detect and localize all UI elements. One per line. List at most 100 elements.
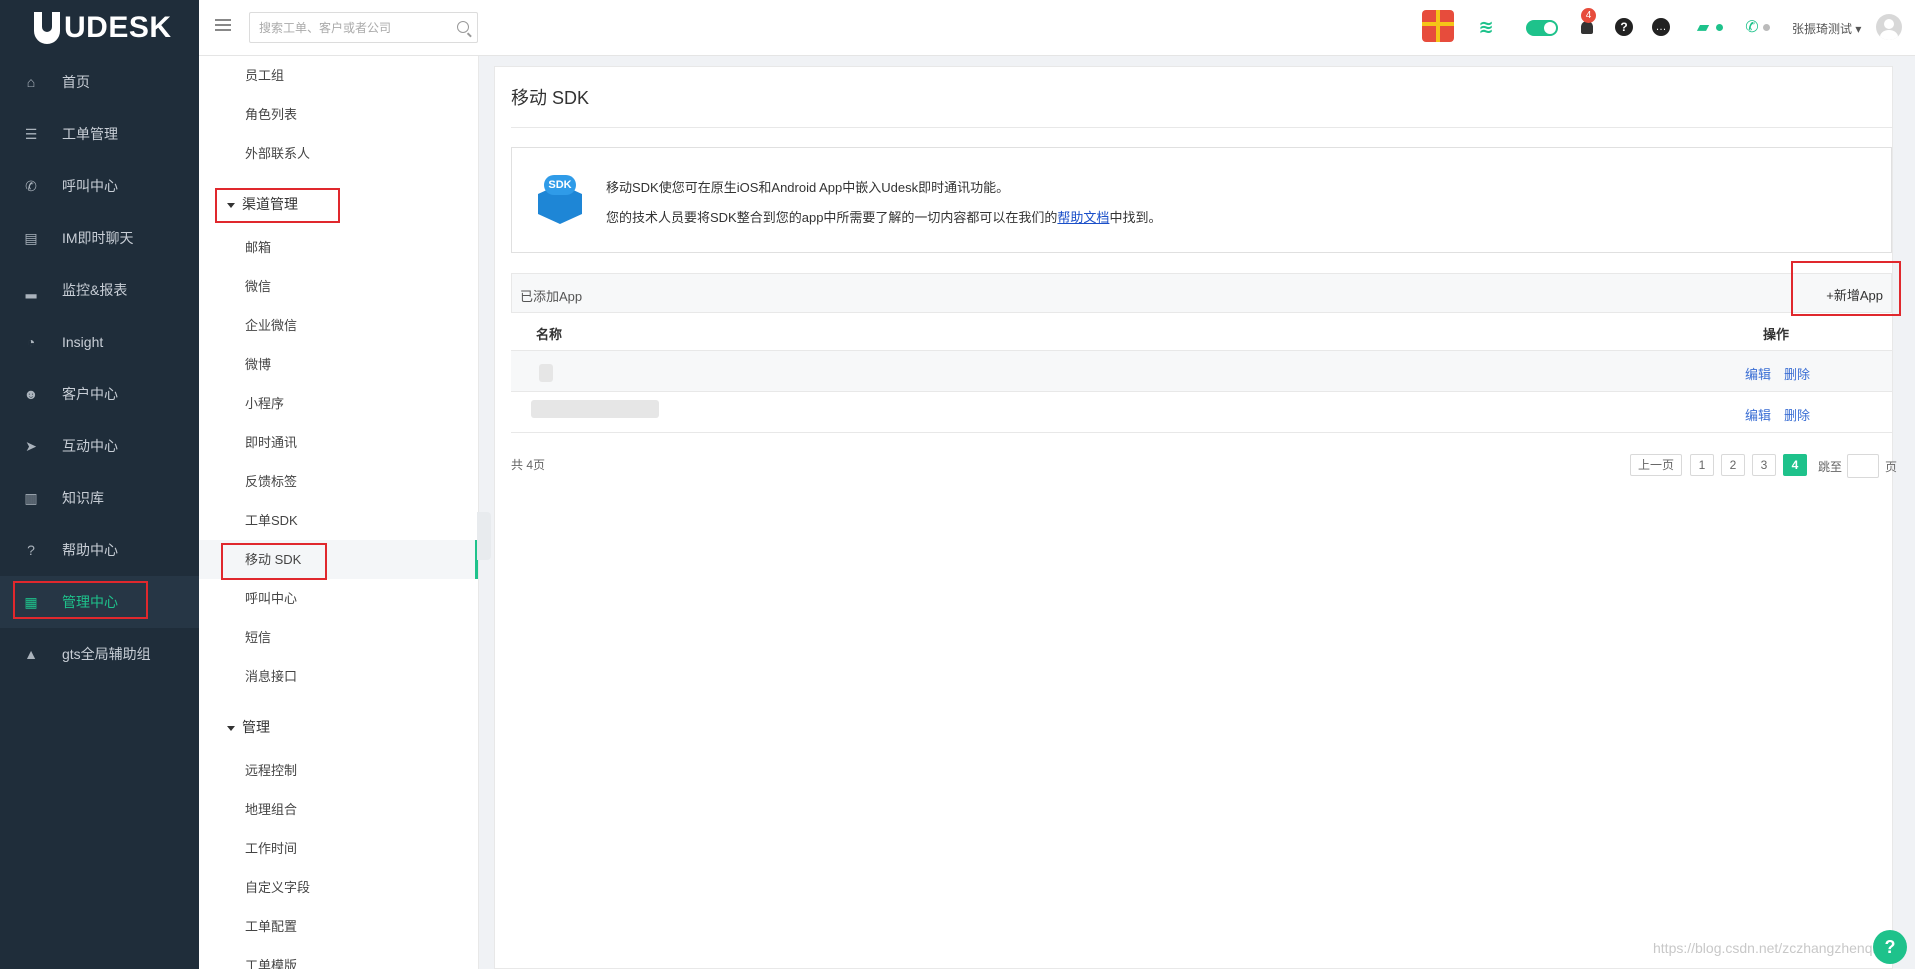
submenu-collapse-handle[interactable] [477, 512, 491, 560]
im-status-icon[interactable]: ▰ [1691, 16, 1715, 38]
submenu-channel-item-11[interactable]: 消息接口 [199, 657, 478, 696]
jump-page-input[interactable] [1847, 454, 1879, 478]
left-navigation: UDESK ⌂ 首页 ☰ 工单管理 ✆ 呼叫中心 ▤ IM即时聊天 ▂ 监控&报表 ◔ Insight… [0, 0, 199, 969]
submenu-manage-item-1[interactable]: 地理组合 [199, 790, 478, 829]
chat-icon: ▤ [24, 229, 38, 246]
im-online-dot [1716, 24, 1723, 31]
submenu-item-0[interactable]: 员工组 [199, 56, 478, 95]
nav-item-4[interactable]: ▂ 监控&报表 [0, 264, 199, 316]
chat-bubble-icon[interactable]: … [1652, 18, 1670, 36]
home-icon: ⌂ [26, 74, 36, 90]
nav-item-1[interactable]: ☰ 工单管理 [0, 108, 199, 160]
nav-item-10[interactable]: ▦ 管理中心 [0, 576, 199, 628]
nav-item-label: gts全局辅助组 [62, 646, 151, 662]
page-button-2[interactable]: 2 [1721, 454, 1745, 476]
redacted-app-name [531, 400, 659, 418]
page-title: 移动 SDK [511, 88, 590, 108]
nav-item-11[interactable]: ▲ gts全局辅助组 [0, 628, 199, 680]
nav-item-label: 工单管理 [62, 126, 118, 142]
nav-item-9[interactable]: ? 帮助中心 [0, 524, 199, 576]
chevron-down-icon: ▾ [1855, 22, 1862, 36]
nav-item-label: 呼叫中心 [62, 178, 118, 194]
info-suffix: 中找到。 [1109, 210, 1162, 225]
submenu-manage-item-5[interactable]: 工单模版 [199, 946, 478, 969]
help-circle-icon[interactable]: ? [1615, 18, 1633, 36]
submenu-channel-item-1[interactable]: 微信 [199, 267, 478, 306]
udesk-logo-icon [34, 12, 60, 44]
search-icon[interactable] [457, 21, 469, 33]
submenu-group-manage[interactable]: 管理 [199, 704, 478, 751]
phone-offline-dot [1763, 24, 1770, 31]
phone-status-icon[interactable]: ✆ [1742, 16, 1762, 38]
sdk-badge-text: SDK [544, 175, 576, 195]
delete-link[interactable]: 删除 [1784, 364, 1810, 383]
add-app-button[interactable]: +新增App [1826, 285, 1883, 304]
jump-label: 跳至 [1818, 460, 1843, 474]
triangle-logo-icon: ▲ [24, 646, 38, 662]
submenu-manage-item-2[interactable]: 工作时间 [199, 829, 478, 868]
send-icon: ➤ [25, 437, 37, 454]
submenu-channel-item-7[interactable]: 工单SDK [199, 501, 478, 540]
global-search [249, 12, 478, 43]
submenu-channel-item-10[interactable]: 短信 [199, 618, 478, 657]
submenu-channel-item-6[interactable]: 反馈标签 [199, 462, 478, 501]
submenu-channel-item-4[interactable]: 小程序 [199, 384, 478, 423]
menu-collapse-icon[interactable] [215, 19, 231, 33]
delete-link[interactable]: 删除 [1784, 405, 1810, 424]
app-list-header: 已添加App +新增App [511, 273, 1892, 313]
nav-item-label: 管理中心 [62, 594, 118, 610]
nav-item-3[interactable]: ▤ IM即时聊天 [0, 212, 199, 264]
nav-item-label: 首页 [62, 74, 90, 90]
floating-help-button[interactable]: ? [1873, 930, 1907, 964]
user-menu[interactable]: 张振琦测试 ▾ [1792, 20, 1861, 37]
sdk-box-icon: SDK [532, 172, 588, 228]
help-doc-link[interactable]: 帮助文档 [1057, 210, 1109, 225]
user-name: 张振琦测试 [1792, 22, 1853, 36]
page-button-3[interactable]: 3 [1752, 454, 1776, 476]
udesk-logo[interactable]: UDESK [0, 0, 199, 56]
page-button-4[interactable]: 4 [1783, 454, 1807, 476]
sdk-info-box: SDK 移动SDK使您可在原生iOS和Android App中嵌入Udesk即时… [511, 147, 1892, 253]
gift-icon[interactable] [1422, 10, 1454, 42]
search-input[interactable] [250, 13, 440, 42]
nav-item-label: 客户中心 [62, 386, 118, 402]
logo-text: UDESK [64, 11, 172, 44]
submenu-channel-item-2[interactable]: 企业微信 [199, 306, 478, 345]
table-row: 编辑 删除 [511, 392, 1892, 433]
nav-item-5[interactable]: ◔ Insight [0, 316, 199, 368]
submenu-channel-item-3[interactable]: 微博 [199, 345, 478, 384]
submenu-item-1[interactable]: 角色列表 [199, 95, 478, 134]
book-icon: ▥ [24, 489, 38, 506]
nav-item-label: 监控&报表 [62, 282, 128, 298]
nav-item-7[interactable]: ➤ 互动中心 [0, 420, 199, 472]
submenu-channel-item-0[interactable]: 邮箱 [199, 228, 478, 267]
info-prefix: 您的技术人员要将SDK整合到您的app中所需要了解的一切内容都可以在我们的 [606, 210, 1058, 225]
submenu-channel-item-5[interactable]: 即时通讯 [199, 423, 478, 462]
nav-item-0[interactable]: ⌂ 首页 [0, 56, 199, 108]
main-content: 移动 SDK SDK 移动SDK使您可在原生iOS和Android App中嵌入… [494, 66, 1897, 969]
prev-page-button[interactable]: 上一页 [1630, 454, 1682, 476]
submenu-group-channel[interactable]: 渠道管理 [199, 181, 478, 228]
submenu-manage-item-3[interactable]: 自定义字段 [199, 868, 478, 907]
edit-link[interactable]: 编辑 [1745, 405, 1771, 424]
submenu-channel-item-8[interactable]: 移动 SDK [199, 540, 478, 579]
nav-item-label: 帮助中心 [62, 542, 118, 558]
info-description: 移动SDK使您可在原生iOS和Android App中嵌入Udesk即时通讯功能… [606, 180, 1010, 195]
submenu-item-2[interactable]: 外部联系人 [199, 134, 478, 173]
avatar[interactable] [1876, 14, 1902, 40]
online-toggle[interactable] [1526, 20, 1558, 36]
submenu-channel-item-9[interactable]: 呼叫中心 [199, 579, 478, 618]
nav-item-2[interactable]: ✆ 呼叫中心 [0, 160, 199, 212]
nav-item-8[interactable]: ▥ 知识库 [0, 472, 199, 524]
submenu-manage-item-0[interactable]: 远程控制 [199, 751, 478, 790]
nav-item-label: 互动中心 [62, 438, 118, 454]
edit-link[interactable]: 编辑 [1745, 364, 1771, 383]
table-header: 名称 操作 [511, 313, 1892, 351]
page-button-1[interactable]: 1 [1690, 454, 1714, 476]
users-icon: ☻ [23, 386, 39, 402]
submenu-manage-item-4[interactable]: 工单配置 [199, 907, 478, 946]
nav-item-6[interactable]: ☻ 客户中心 [0, 368, 199, 420]
submenu-group-label: 管理 [242, 719, 270, 735]
top-bar: ≋ 4 ? … ▰ ✆ 张振琦测试 ▾ [199, 0, 1915, 56]
wifi-status-icon[interactable]: ≋ [1475, 16, 1497, 38]
